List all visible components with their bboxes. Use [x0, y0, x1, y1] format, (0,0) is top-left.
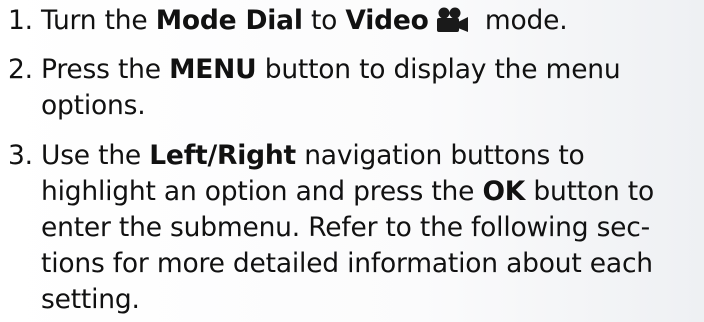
bold-term-left-right: Left/Right	[149, 140, 296, 171]
step-text: tions for more detailed information abou…	[41, 248, 653, 279]
step-number: 2.	[8, 54, 33, 85]
step-text: highlight an option and press the	[41, 176, 483, 207]
video-camera-icon	[435, 7, 469, 43]
bold-term-ok: OK	[482, 176, 526, 207]
bold-term-video: Video	[345, 5, 429, 36]
step-text: to	[302, 5, 346, 36]
step-text: options.	[41, 90, 146, 121]
step-3: 3. Use the Left/Right navigation buttons …	[8, 138, 654, 318]
step-text: setting.	[41, 284, 140, 315]
step-2: 2. Press the MENU button to display the m…	[8, 52, 621, 124]
step-text: navigation buttons to	[295, 140, 585, 171]
step-text: button to	[525, 176, 655, 207]
step-text: enter the submenu. Refer to the followin…	[41, 212, 651, 243]
step-text: Use the	[41, 140, 150, 171]
bold-term-menu: MENU	[169, 54, 257, 85]
step-text: mode.	[476, 5, 568, 36]
step-text: button to display the menu	[256, 54, 621, 85]
step-1: 1. Turn the Mode Dial to Video mode.	[8, 3, 568, 43]
step-number: 3.	[8, 140, 33, 171]
step-number: 1.	[8, 5, 33, 36]
step-text: Turn the	[41, 5, 156, 36]
bold-term-mode-dial: Mode Dial	[155, 5, 303, 36]
step-text: Press the	[41, 54, 170, 85]
